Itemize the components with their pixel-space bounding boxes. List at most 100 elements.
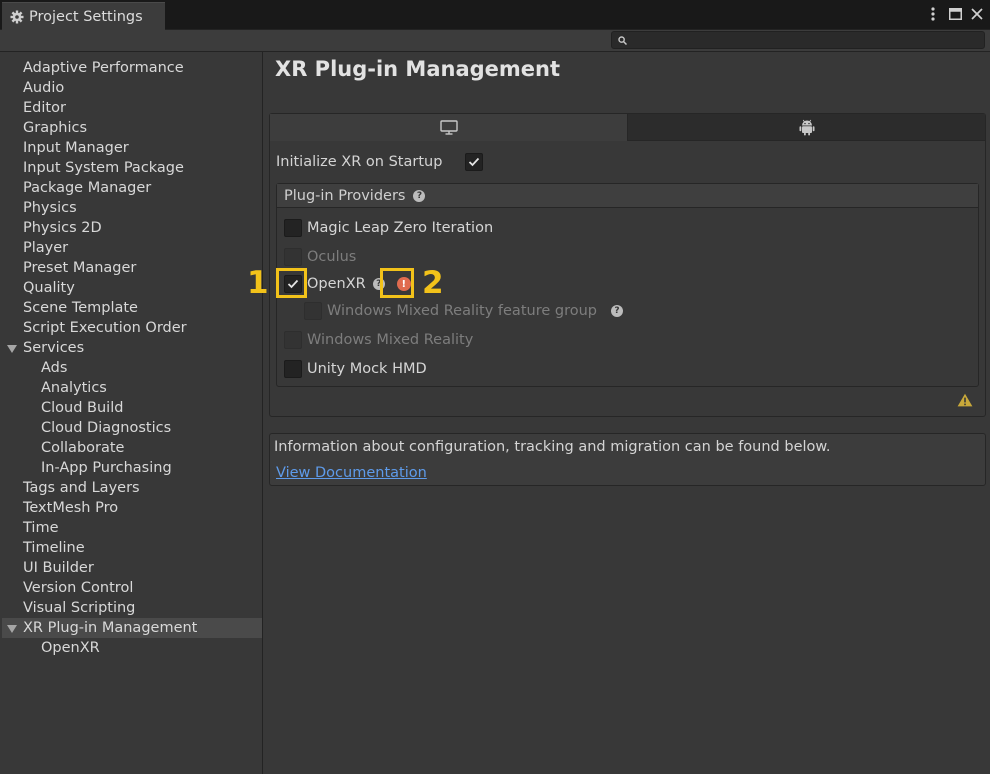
sidebar-item-label: Adaptive Performance <box>23 60 184 76</box>
sidebar-item-label: XR Plug-in Management <box>23 620 198 636</box>
annotation-box-1 <box>276 268 307 298</box>
wmr-checkbox[interactable] <box>284 331 302 349</box>
sidebar-item-preset-manager[interactable]: Preset Manager <box>2 258 262 278</box>
sidebar-item-label: Package Manager <box>23 180 152 196</box>
gear-icon <box>10 10 24 23</box>
sidebar-item-label: Cloud Diagnostics <box>41 420 172 436</box>
sidebar-item-cloud-build[interactable]: Cloud Build <box>2 398 262 418</box>
sidebar-list: Adaptive Performance Audio Editor Graphics I… <box>2 52 262 658</box>
annotation-box-2 <box>380 268 414 298</box>
provider-row-oculus: Oculus <box>284 247 356 267</box>
sidebar-item-visual-scripting[interactable]: Visual Scripting <box>2 598 262 618</box>
settings-sidebar: Adaptive Performance Audio Editor Graphics I… <box>2 52 263 774</box>
sidebar-item-scene-template[interactable]: Scene Template <box>2 298 262 318</box>
sidebar-item-openxr[interactable]: OpenXR <box>2 638 262 658</box>
plugin-providers-title: Plug-in Providers <box>284 187 406 204</box>
sidebar-item-physics[interactable]: Physics <box>2 198 262 218</box>
xr-settings-panel: Initialize XR on Startup Plug-in Provide… <box>269 113 986 417</box>
tab-android[interactable] <box>628 114 985 141</box>
info-text: Information about configuration, trackin… <box>274 439 831 455</box>
annotation-label-1: 1 <box>247 265 269 301</box>
close-icon[interactable] <box>970 5 984 23</box>
initialize-xr-label: Initialize XR on Startup <box>276 154 443 170</box>
info-box: Information about configuration, trackin… <box>269 433 986 486</box>
view-documentation-link[interactable]: View Documentation <box>276 465 427 481</box>
warning-icon[interactable] <box>957 393 973 407</box>
sidebar-item-player[interactable]: Player <box>2 238 262 258</box>
oculus-checkbox[interactable] <box>284 248 302 266</box>
provider-label: OpenXR <box>307 276 366 292</box>
sidebar-item-input-system-package[interactable]: Input System Package <box>2 158 262 178</box>
sidebar-item-label: TextMesh Pro <box>23 500 119 516</box>
project-settings-window: Project Settings Adaptive Performance Aud… <box>0 0 990 774</box>
sidebar-item-graphics[interactable]: Graphics <box>2 118 262 138</box>
search-input[interactable] <box>611 31 985 49</box>
sidebar-item-analytics[interactable]: Analytics <box>2 378 262 398</box>
sidebar-item-label: Graphics <box>23 120 88 136</box>
page-title: XR Plug-in Management <box>275 57 560 81</box>
wmr-feature-group-help-icon[interactable]: ? <box>610 305 623 317</box>
platform-tabs <box>270 114 985 141</box>
mock-hmd-checkbox[interactable] <box>284 360 302 378</box>
search-icon <box>618 36 627 45</box>
window-title: Project Settings <box>29 8 143 25</box>
sidebar-item-collaborate[interactable]: Collaborate <box>2 438 262 458</box>
magic-leap-checkbox[interactable] <box>284 219 302 237</box>
help-icon[interactable]: ? <box>413 189 426 202</box>
plugin-providers-header: Plug-in Providers ? <box>277 184 978 208</box>
sidebar-item-xr-plug-in-management[interactable]: XR Plug-in Management <box>2 618 262 638</box>
sidebar-item-ads[interactable]: Ads <box>2 358 262 378</box>
provider-row-magic-leap: Magic Leap Zero Iteration <box>284 218 493 238</box>
provider-row-wmr-feature-group: Windows Mixed Reality feature group ? <box>304 301 623 321</box>
window-tab[interactable]: Project Settings <box>2 2 165 30</box>
sidebar-item-label: In-App Purchasing <box>41 460 172 476</box>
sidebar-item-ui-builder[interactable]: UI Builder <box>2 558 262 578</box>
toolbar <box>0 30 990 52</box>
wmr-feature-group-checkbox[interactable] <box>304 302 322 320</box>
sidebar-item-label: Collaborate <box>41 440 125 456</box>
kebab-menu-icon[interactable] <box>926 5 940 23</box>
sidebar-item-label: Analytics <box>41 380 107 396</box>
provider-row-wmr: Windows Mixed Reality <box>284 330 473 350</box>
sidebar-item-input-manager[interactable]: Input Manager <box>2 138 262 158</box>
sidebar-item-label: Audio <box>23 80 65 96</box>
tab-standalone[interactable] <box>270 114 628 141</box>
sidebar-item-in-app-purchasing[interactable]: In-App Purchasing <box>2 458 262 478</box>
initialize-xr-checkbox[interactable] <box>465 153 483 171</box>
sidebar-item-cloud-diagnostics[interactable]: Cloud Diagnostics <box>2 418 262 438</box>
provider-label: Oculus <box>307 249 357 265</box>
title-bar: Project Settings <box>0 0 990 30</box>
sidebar-item-quality[interactable]: Quality <box>2 278 262 298</box>
expand-caret-icon[interactable] <box>7 625 17 633</box>
sidebar-item-label: UI Builder <box>23 560 94 576</box>
sidebar-item-label: Script Execution Order <box>23 320 187 336</box>
sidebar-item-physics-2d[interactable]: Physics 2D <box>2 218 262 238</box>
sidebar-item-label: Input System Package <box>23 160 184 176</box>
sidebar-item-package-manager[interactable]: Package Manager <box>2 178 262 198</box>
sidebar-item-timeline[interactable]: Timeline <box>2 538 262 558</box>
maximize-icon[interactable] <box>948 5 962 23</box>
initialize-xr-row: Initialize XR on Startup <box>276 152 483 172</box>
sidebar-item-label: Input Manager <box>23 140 129 156</box>
sidebar-item-version-control[interactable]: Version Control <box>2 578 262 598</box>
sidebar-item-label: Preset Manager <box>23 260 137 276</box>
sidebar-item-label: OpenXR <box>41 640 100 656</box>
sidebar-item-editor[interactable]: Editor <box>2 98 262 118</box>
sidebar-item-audio[interactable]: Audio <box>2 78 262 98</box>
sidebar-item-textmesh-pro[interactable]: TextMesh Pro <box>2 498 262 518</box>
android-icon <box>799 119 814 135</box>
sidebar-item-label: Tags and Layers <box>23 480 140 496</box>
sidebar-item-services[interactable]: Services <box>2 338 262 358</box>
window-controls <box>926 5 984 23</box>
provider-label: Windows Mixed Reality <box>307 332 474 348</box>
sidebar-item-adaptive-performance[interactable]: Adaptive Performance <box>2 58 262 78</box>
sidebar-item-time[interactable]: Time <box>2 518 262 538</box>
sidebar-item-label: Scene Template <box>23 300 138 316</box>
sidebar-item-label: Ads <box>41 360 68 376</box>
sidebar-item-label: Version Control <box>23 580 134 596</box>
sidebar-item-tags-and-layers[interactable]: Tags and Layers <box>2 478 262 498</box>
sidebar-item-label: Services <box>23 340 85 356</box>
provider-row-mock-hmd: Unity Mock HMD <box>284 359 427 379</box>
expand-caret-icon[interactable] <box>7 345 17 353</box>
sidebar-item-script-execution-order[interactable]: Script Execution Order <box>2 318 262 338</box>
